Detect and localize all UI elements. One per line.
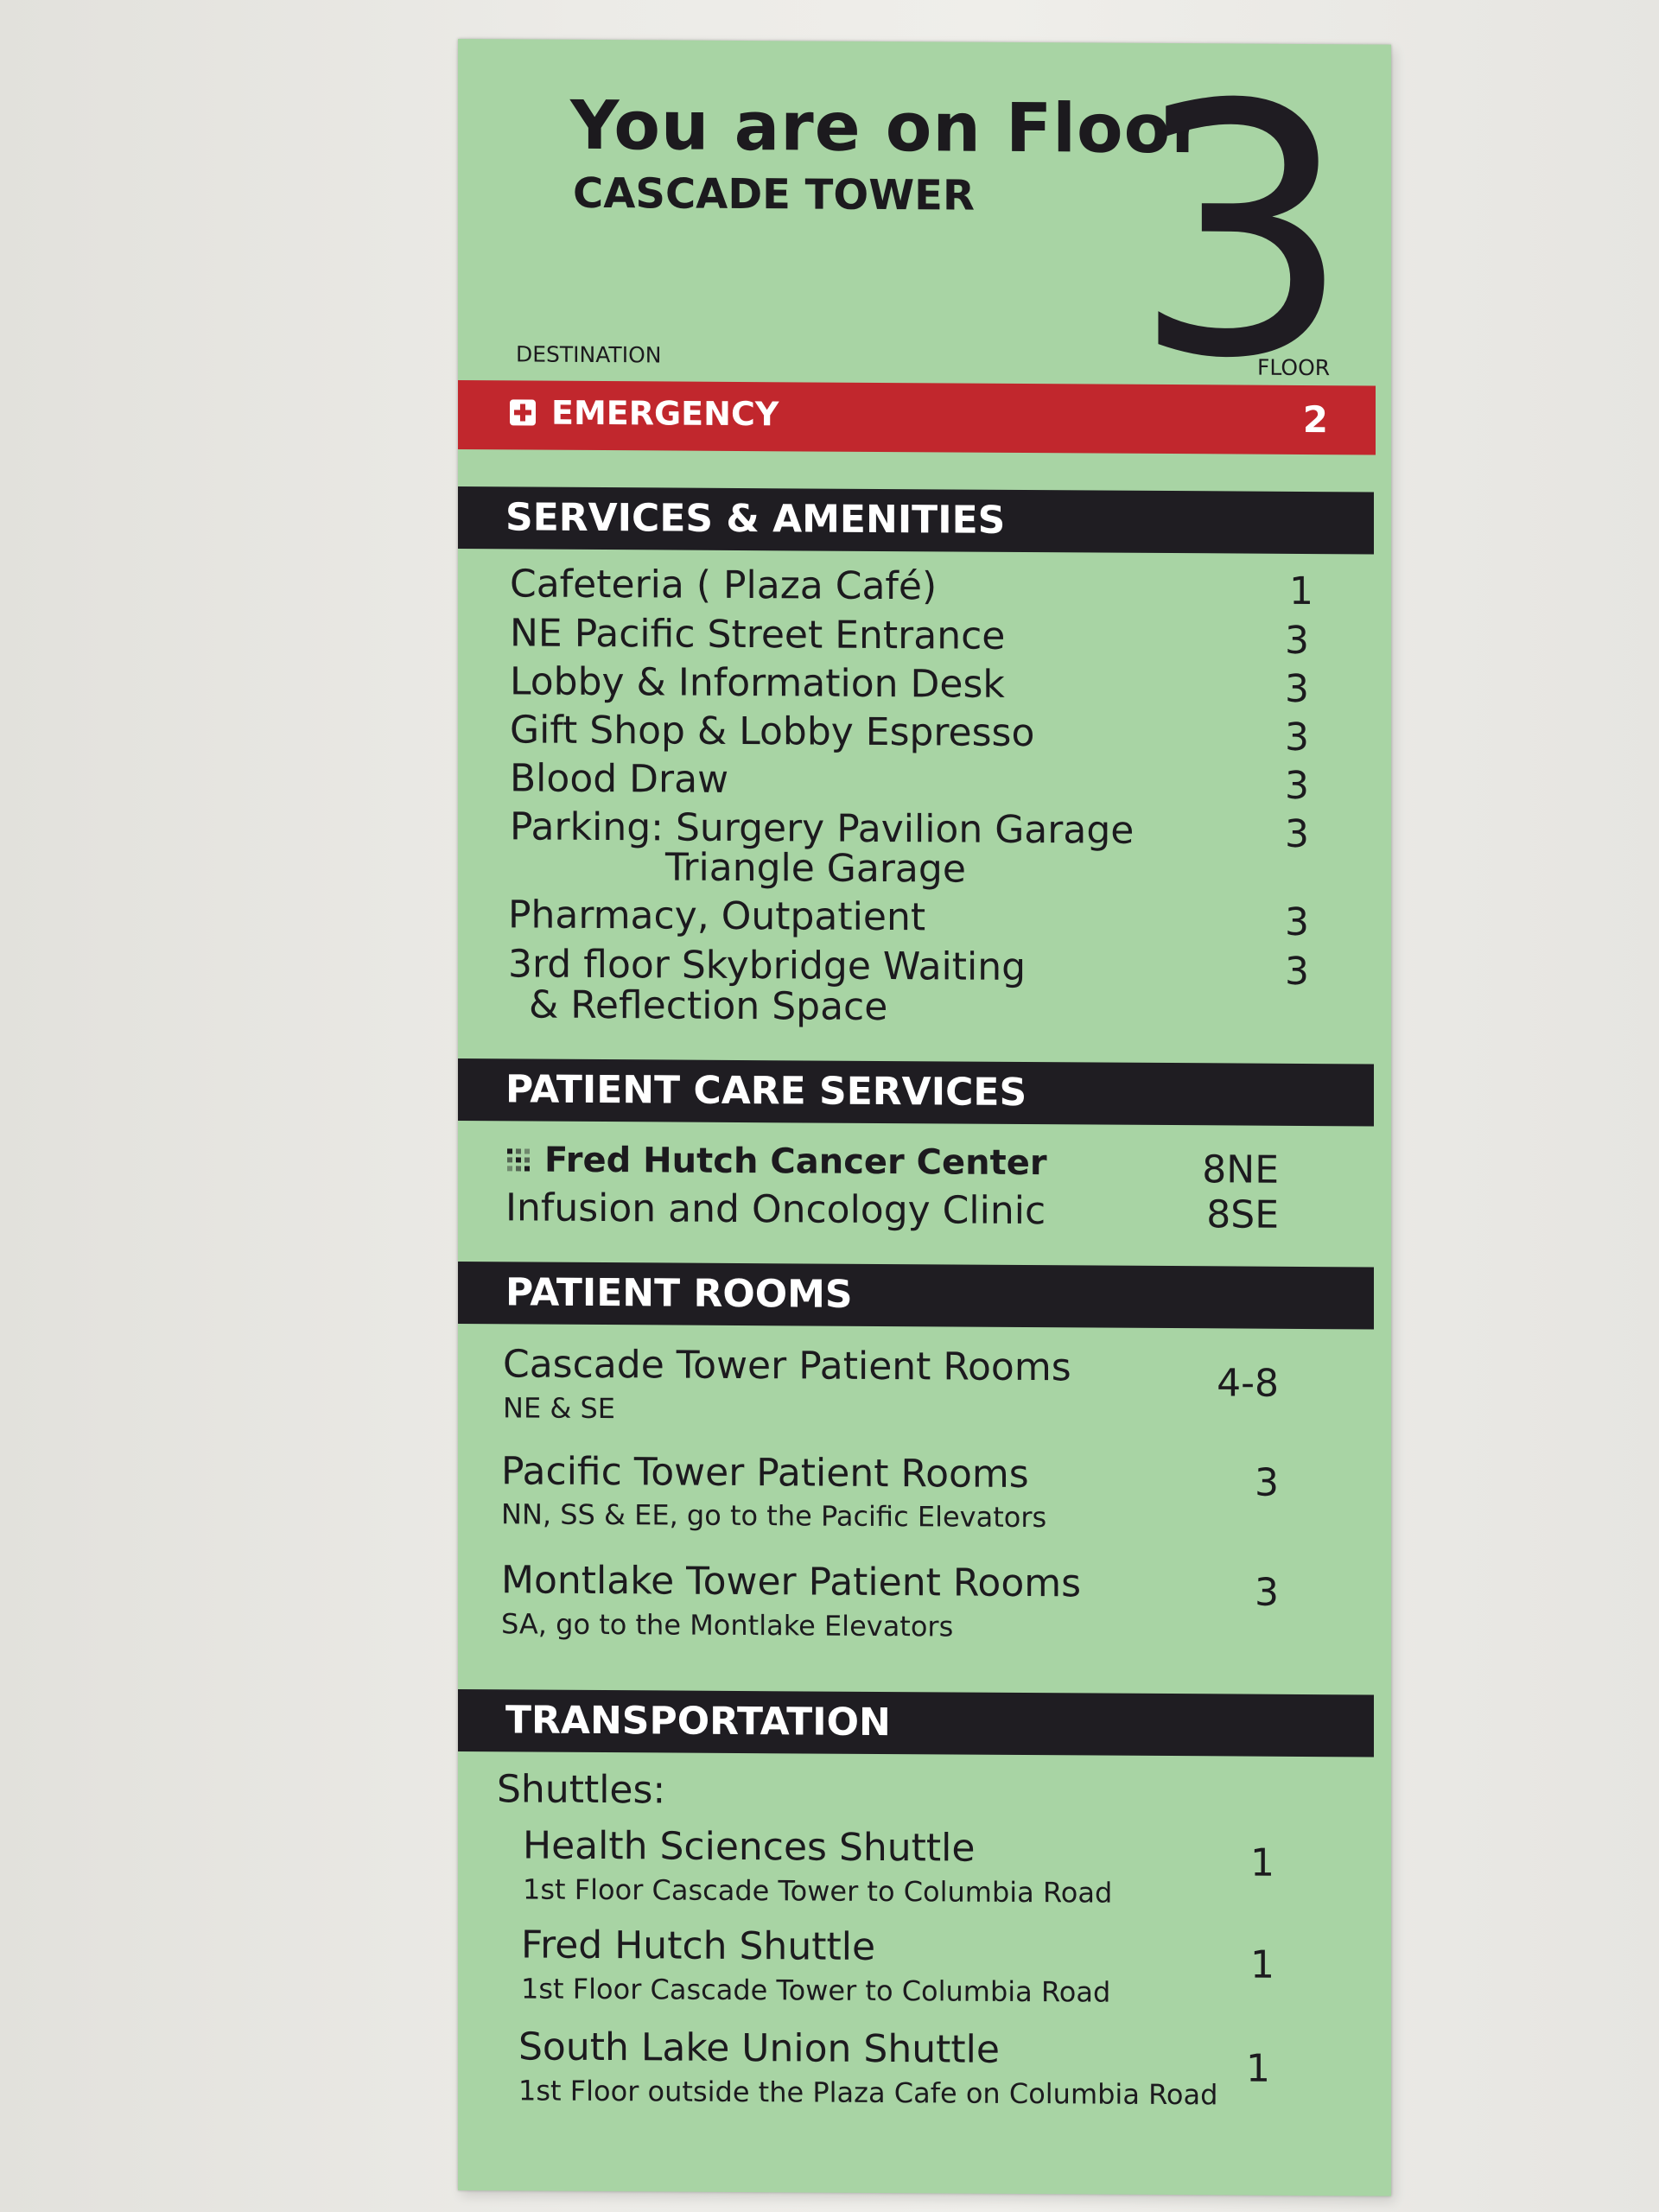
sign-title: You are on Floor	[570, 86, 1205, 169]
fred-hutch-logo-icon	[507, 1148, 530, 1172]
list-item: Cafeteria ( Plaza Café)	[510, 562, 938, 609]
destination-column-label: DESTINATION	[516, 341, 662, 368]
list-item-floor: 3	[1285, 715, 1309, 760]
list-item: South Lake Union Shuttle	[518, 2024, 1000, 2072]
list-item-note: SA, go to the Montlake Elevators	[501, 1607, 954, 1643]
list-item: NE Pacific Street Entrance	[510, 611, 1006, 658]
list-item: Infusion and Oncology Clinic	[505, 1185, 1046, 1234]
list-item-floor: 8SE	[1206, 1192, 1279, 1237]
list-item: Health Sciences Shuttle	[523, 1823, 976, 1871]
medical-cross-icon	[510, 399, 536, 426]
list-item-floor: 1	[1250, 1942, 1274, 1987]
emergency-floor: 2	[1302, 397, 1328, 442]
list-item-floor: 3	[1285, 666, 1309, 712]
list-item-note: NE & SE	[503, 1391, 615, 1426]
section-header-patient-rooms: PATIENT ROOMS	[458, 1262, 1374, 1330]
list-item-floor: 8NE	[1202, 1147, 1279, 1192]
list-item: Gift Shop & Lobby Espresso	[510, 708, 1035, 756]
section-header-transportation: TRANSPORTATION	[458, 1689, 1374, 1758]
list-item-note: 1st Floor Cascade Tower to Columbia Road	[521, 1972, 1111, 2009]
emergency-label: EMERGENCY	[551, 393, 779, 434]
list-item: Pacific Tower Patient Rooms	[501, 1449, 1029, 1497]
list-item-note: 1st Floor outside the Plaza Cafe on Colu…	[518, 2074, 1218, 2112]
building-name: CASCADE TOWER	[573, 168, 975, 220]
list-item: Montlake Tower Patient Rooms	[501, 1558, 1082, 1606]
list-item-floor: 3	[1255, 1460, 1279, 1505]
list-item-floor: 3	[1285, 949, 1309, 995]
list-item-floor: 1	[1289, 569, 1313, 614]
shuttles-subheading: Shuttles:	[497, 1767, 666, 1813]
list-item: Cascade Tower Patient Rooms	[503, 1342, 1071, 1390]
directory-sign: You are on Floor CASCADE TOWER 3 DESTINA…	[458, 32, 1391, 2196]
list-item: Blood Draw	[510, 756, 729, 802]
list-item-floor: 1	[1246, 2046, 1270, 2091]
list-item-continuation: Triangle Garage	[665, 845, 966, 892]
floor-column-label: FLOOR	[1257, 354, 1331, 381]
list-item: Parking: Surgery Pavilion Garage	[510, 804, 1135, 853]
list-item-floor: 3	[1285, 899, 1309, 945]
list-item-floor: 4-8	[1217, 1361, 1279, 1406]
section-header-patient-care: PATIENT CARE SERVICES	[458, 1058, 1374, 1127]
list-item-floor: 1	[1250, 1840, 1274, 1885]
list-item-note: 1st Floor Cascade Tower to Columbia Road	[523, 1872, 1113, 1910]
list-item-floor: 3	[1285, 763, 1309, 809]
list-item: Fred Hutch Shuttle	[521, 1923, 876, 1969]
list-item: Pharmacy, Outpatient	[508, 893, 926, 940]
list-item-floor: 3	[1255, 1570, 1279, 1615]
list-item: Fred Hutch Cancer Center	[544, 1140, 1047, 1184]
list-item-note: NN, SS & EE, go to the Pacific Elevators	[501, 1497, 1047, 1535]
list-item: 3rd floor Skybridge Waiting	[508, 942, 1027, 990]
list-item: Lobby & Information Desk	[510, 659, 1005, 707]
emergency-row: EMERGENCY 2	[458, 380, 1376, 455]
list-item-floor: 3	[1285, 811, 1309, 857]
list-item-continuation: & Reflection Space	[529, 982, 888, 1030]
section-header-services: SERVICES & AMENITIES	[458, 486, 1374, 555]
list-item-floor: 3	[1285, 618, 1309, 664]
